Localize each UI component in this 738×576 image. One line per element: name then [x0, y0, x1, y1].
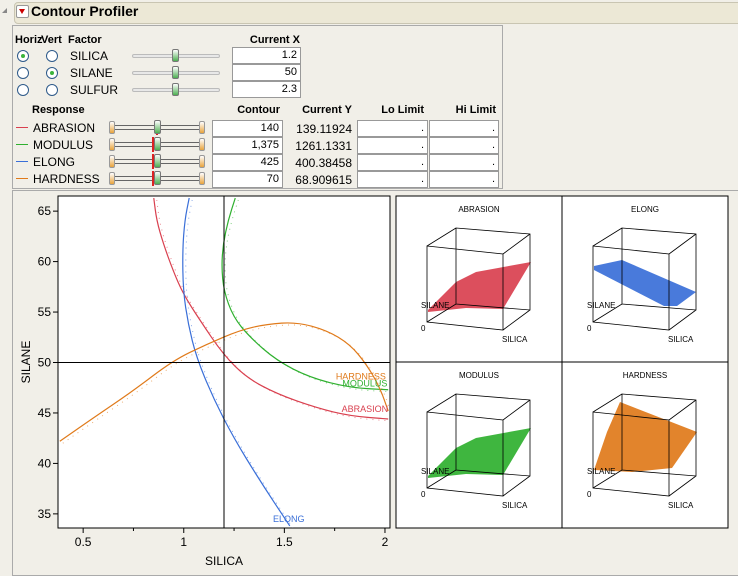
- vert-radio-silane[interactable]: [46, 67, 58, 79]
- surface-origin-label: 0: [421, 324, 426, 333]
- x-tick-label: 1: [180, 535, 187, 549]
- y-tick-label: 55: [38, 305, 52, 319]
- x-axis-label: SILICA: [205, 554, 243, 568]
- outline-toggle-icon[interactable]: [2, 8, 7, 13]
- factor-slider-thumb[interactable]: [172, 66, 179, 79]
- x-tick-label: 2: [382, 535, 389, 549]
- lo-limit-field[interactable]: .: [357, 154, 428, 171]
- response-name: ELONG: [33, 155, 76, 169]
- contour-slider-thumb[interactable]: [154, 171, 161, 185]
- contour-label: ABRASION: [342, 404, 389, 414]
- vert-radio-sulfur[interactable]: [46, 84, 58, 96]
- current-x-field[interactable]: 50: [232, 64, 301, 81]
- contour-field[interactable]: 1,375: [212, 137, 283, 154]
- lo-limit-handle[interactable]: [109, 155, 115, 168]
- hi-limit-field[interactable]: .: [429, 120, 499, 137]
- surface-plots: ABRASION 0 SILICA SILANE ELONG 0 SILICA SILANE M…: [395, 195, 729, 529]
- legend-line: [16, 144, 28, 145]
- response-name: ABRASION: [33, 121, 96, 135]
- surface-x-label: SILICA: [502, 335, 528, 344]
- y-tick-label: 40: [38, 456, 52, 470]
- surface-y-label: SILANE: [421, 467, 449, 476]
- contour-label: HARDNESS: [336, 372, 386, 382]
- contour-header: Contour: [237, 104, 280, 116]
- y-tick-label: 65: [38, 204, 52, 218]
- contour-field[interactable]: 425: [212, 154, 283, 171]
- horiz-radio-sulfur[interactable]: [17, 84, 29, 96]
- factor-name: SILANE: [70, 66, 113, 80]
- y-axis-label: SILANE: [19, 341, 33, 384]
- legend-line: [16, 127, 28, 128]
- current-y-value: 400.38458: [295, 156, 352, 170]
- contour-slider-thumb[interactable]: [154, 154, 161, 168]
- surface-origin-label: 0: [587, 490, 592, 499]
- current-y-value: 139.11924: [296, 122, 352, 136]
- hi-limit-handle[interactable]: [199, 138, 205, 151]
- current-y-value: 68.909615: [295, 173, 352, 187]
- surface-x-label: SILICA: [502, 501, 528, 510]
- lo-limit-field[interactable]: .: [357, 171, 428, 188]
- surface-title: ELONG: [631, 205, 659, 214]
- current-y-value: 1261.1331: [295, 139, 352, 153]
- x-tick-label: 1.5: [276, 535, 293, 549]
- hi-limit-field[interactable]: .: [429, 137, 499, 154]
- factor-slider-thumb[interactable]: [172, 49, 179, 62]
- page-title: Contour Profiler: [31, 3, 139, 19]
- horiz-radio-silica[interactable]: [17, 50, 29, 62]
- hi-limit-field[interactable]: .: [429, 171, 499, 188]
- surface-x-label: SILICA: [668, 501, 694, 510]
- surface-y-label: SILANE: [587, 467, 615, 476]
- contour-field[interactable]: 140: [212, 120, 283, 137]
- factor-header: Factor: [68, 34, 102, 46]
- surface-title: HARDNESS: [623, 371, 667, 380]
- contour-label: ELONG: [273, 514, 305, 524]
- hi-limit-handle[interactable]: [199, 155, 205, 168]
- y-tick-label: 45: [38, 406, 52, 420]
- y-tick-label: 50: [38, 356, 52, 370]
- current-y-header: Current Y: [302, 104, 352, 116]
- surface-y-label: SILANE: [587, 301, 615, 310]
- horiz-radio-silane[interactable]: [17, 67, 29, 79]
- lo-limit-header: Lo Limit: [381, 104, 424, 116]
- lo-limit-field[interactable]: .: [357, 120, 428, 137]
- red-triangle-menu-icon[interactable]: [16, 5, 29, 18]
- hi-limit-field[interactable]: .: [429, 154, 499, 171]
- hi-limit-header: Hi Limit: [455, 104, 496, 116]
- surface-y-label: SILANE: [421, 301, 449, 310]
- hi-limit-handle[interactable]: [199, 121, 205, 134]
- factor-name: SULFUR: [70, 83, 119, 97]
- contour-slider-thumb[interactable]: [154, 137, 161, 151]
- response-header: Response: [32, 104, 85, 116]
- surface-title: MODULUS: [459, 371, 499, 380]
- contour-slider-thumb[interactable]: [154, 120, 161, 134]
- hi-limit-handle[interactable]: [199, 172, 205, 185]
- surface-title: ABRASION: [458, 205, 500, 214]
- factor-name: SILICA: [70, 49, 109, 63]
- surface-origin-label: 0: [587, 324, 592, 333]
- contour-plot[interactable]: 0.5 1 1.5 2 35 40 45 50 55 60 65 SILICA SILANE ABRASI…: [0, 190, 395, 575]
- current-x-field[interactable]: 2.3: [232, 81, 301, 98]
- legend-line: [16, 161, 28, 162]
- lo-limit-handle[interactable]: [109, 121, 115, 134]
- factor-slider-thumb[interactable]: [172, 83, 179, 96]
- lo-limit-field[interactable]: .: [357, 137, 428, 154]
- horiz-header: Horiz: [15, 34, 43, 46]
- vert-header: Vert: [41, 34, 62, 46]
- response-name: MODULUS: [33, 138, 94, 152]
- vert-radio-silica[interactable]: [46, 50, 58, 62]
- surface-origin-label: 0: [421, 490, 426, 499]
- current-x-header: Current X: [249, 34, 300, 46]
- x-tick-label: 0.5: [75, 535, 92, 549]
- y-tick-label: 60: [38, 255, 52, 269]
- legend-line: [16, 178, 28, 179]
- contour-field[interactable]: 70: [212, 171, 283, 188]
- lo-limit-handle[interactable]: [109, 172, 115, 185]
- lo-limit-handle[interactable]: [109, 138, 115, 151]
- current-x-field[interactable]: 1.2: [232, 47, 301, 64]
- surface-x-label: SILICA: [668, 335, 694, 344]
- y-tick-label: 35: [38, 507, 52, 521]
- response-name: HARDNESS: [33, 172, 100, 186]
